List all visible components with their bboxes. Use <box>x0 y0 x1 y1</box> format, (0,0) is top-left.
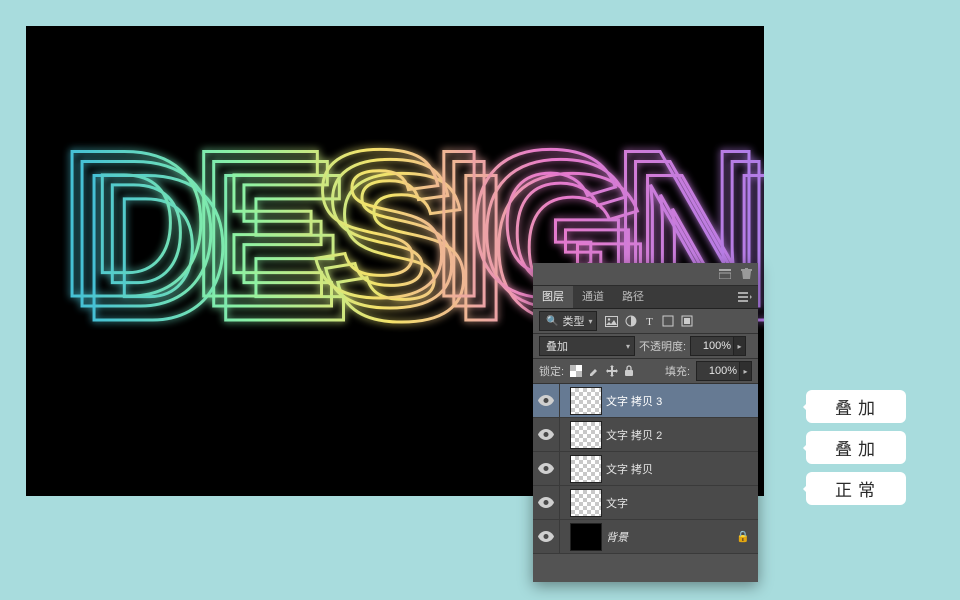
layer-list: 文字 拷贝 3🔒文字 拷贝 2🔒文字 拷贝🔒文字🔒背景🔒 <box>533 384 758 554</box>
svg-text:T: T <box>647 316 654 327</box>
tab-paths[interactable]: 路径 <box>613 286 653 308</box>
fill-stepper[interactable] <box>740 361 752 381</box>
callouts: 叠加叠加正常 <box>806 390 906 505</box>
layer-row[interactable]: 文字 拷贝 2🔒 <box>533 418 758 452</box>
filter-type-icons: T <box>605 315 693 327</box>
smart-filter-icon[interactable] <box>681 315 693 327</box>
tab-layers[interactable]: 图层 <box>533 286 573 308</box>
callout: 叠加 <box>806 431 906 464</box>
tab-channels[interactable]: 通道 <box>573 286 613 308</box>
layer-row[interactable]: 文字 拷贝 3🔒 <box>533 384 758 418</box>
collapse-icon[interactable] <box>719 269 731 279</box>
lock-icon: 🔒 <box>736 530 750 543</box>
layer-thumbnail[interactable] <box>570 387 602 415</box>
shape-filter-icon[interactable] <box>662 315 674 327</box>
layer-row[interactable]: 文字 拷贝🔒 <box>533 452 758 486</box>
panel-menu-icon[interactable] <box>732 286 758 308</box>
layer-thumbnail[interactable] <box>570 523 602 551</box>
lock-paint-icon[interactable] <box>588 365 600 377</box>
layer-name[interactable]: 文字 拷贝 3 <box>606 393 758 409</box>
layers-panel: 图层 通道 路径 🔍 类型 T 叠加 不透明度: <box>533 263 758 582</box>
fill-label: 填充: <box>665 363 690 379</box>
layer-name[interactable]: 文字 拷贝 2 <box>606 427 758 443</box>
panel-top-bar <box>533 263 758 286</box>
lock-all-icon[interactable] <box>624 365 634 377</box>
lock-fill-row: 锁定: 填充: <box>533 359 758 384</box>
lock-label: 锁定: <box>539 363 564 379</box>
layer-thumbnail[interactable] <box>570 421 602 449</box>
image-filter-icon[interactable] <box>605 316 618 327</box>
layer-name[interactable]: 文字 <box>606 495 758 511</box>
panel-tabs: 图层 通道 路径 <box>533 286 758 309</box>
layer-row[interactable]: 背景🔒 <box>533 520 758 554</box>
chevron-down-icon <box>588 317 592 326</box>
layer-thumbnail[interactable] <box>570 489 602 517</box>
filter-label: 类型 <box>562 313 584 329</box>
callout: 叠加 <box>806 390 906 423</box>
visibility-toggle[interactable] <box>533 418 560 451</box>
layer-row[interactable]: 文字🔒 <box>533 486 758 520</box>
layer-filter-row: 🔍 类型 T <box>533 309 758 334</box>
panel-footer <box>533 554 758 582</box>
blend-mode-select[interactable]: 叠加 <box>539 336 635 356</box>
trash-icon[interactable] <box>741 268 752 280</box>
lock-transparency-icon[interactable] <box>570 365 582 377</box>
blend-opacity-row: 叠加 不透明度: <box>533 334 758 359</box>
lock-move-icon[interactable] <box>606 365 618 377</box>
layer-name[interactable]: 文字 拷贝 <box>606 461 758 477</box>
blend-mode-value: 叠加 <box>546 338 568 354</box>
opacity-label: 不透明度: <box>639 338 686 354</box>
visibility-toggle[interactable] <box>533 520 560 553</box>
fill-input[interactable] <box>696 361 740 381</box>
layer-name[interactable]: 背景 <box>606 529 736 545</box>
opacity-stepper[interactable] <box>734 336 746 356</box>
text-filter-icon[interactable]: T <box>644 316 655 327</box>
visibility-toggle[interactable] <box>533 452 560 485</box>
layer-thumbnail[interactable] <box>570 455 602 483</box>
chevron-down-icon <box>626 342 630 351</box>
adjust-filter-icon[interactable] <box>625 315 637 327</box>
layer-filter-select[interactable]: 🔍 类型 <box>539 311 597 331</box>
visibility-toggle[interactable] <box>533 486 560 519</box>
callout: 正常 <box>806 472 906 505</box>
visibility-toggle[interactable] <box>533 384 560 417</box>
opacity-input[interactable] <box>690 336 734 356</box>
search-icon: 🔍 <box>546 316 558 327</box>
